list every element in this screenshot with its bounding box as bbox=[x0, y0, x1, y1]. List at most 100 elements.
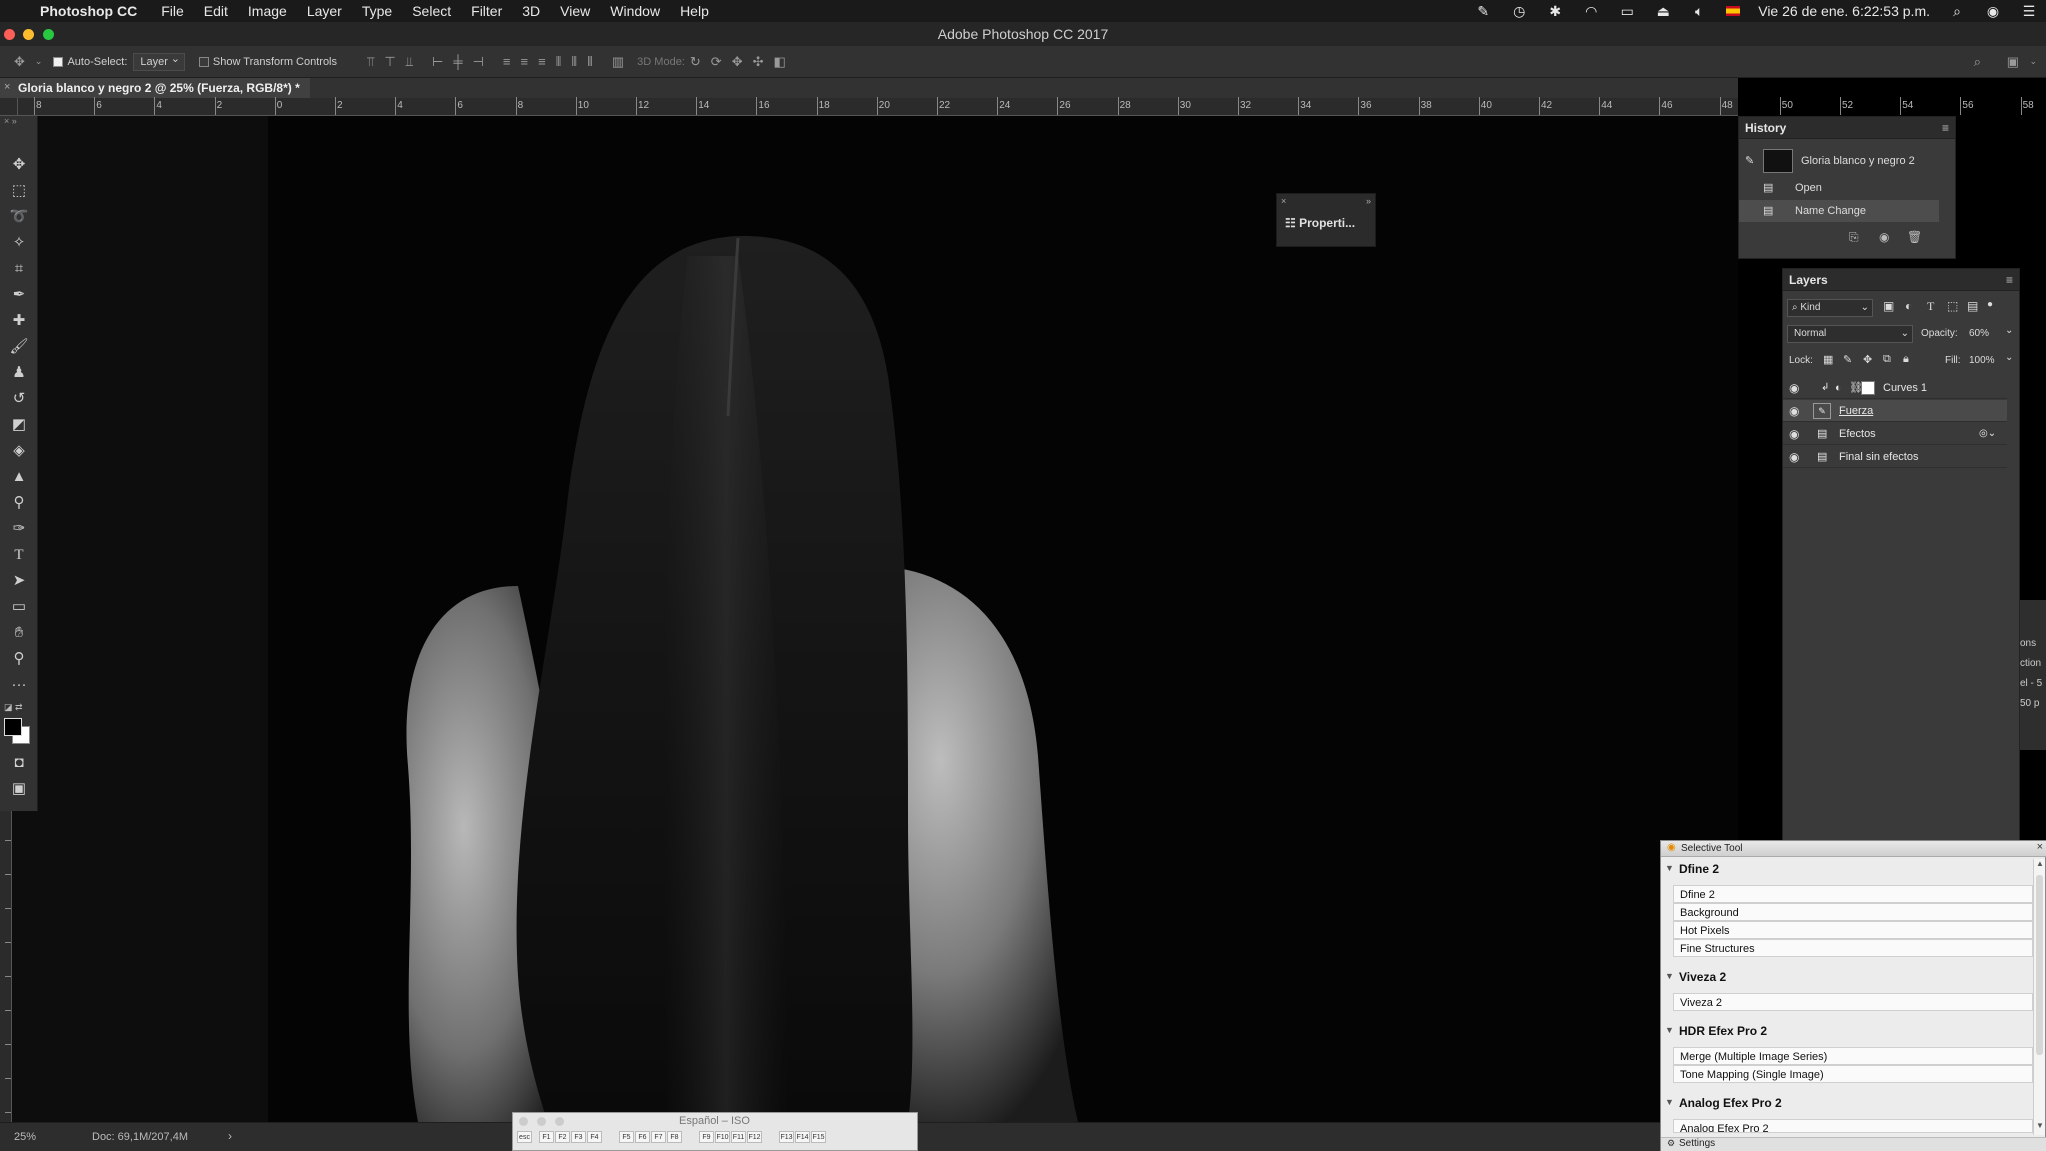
opacity-input[interactable]: 60% bbox=[1969, 328, 1989, 339]
wifi-icon[interactable]: ◠ bbox=[1582, 3, 1600, 20]
3d-slide-icon[interactable]: ✣ bbox=[753, 54, 764, 70]
distribute-bottom-icon[interactable]: ≡ bbox=[538, 54, 546, 69]
close-window-button[interactable] bbox=[519, 1117, 528, 1126]
notification-center-icon[interactable]: ☰ bbox=[2020, 3, 2038, 20]
magic-wand-tool-icon[interactable]: ✧ bbox=[6, 232, 32, 254]
expand-panels-icon[interactable]: » bbox=[1366, 196, 1371, 206]
expand-triangle-icon[interactable]: ▼ bbox=[1665, 1097, 1674, 1107]
filter-adjustment-icon[interactable]: ◐ bbox=[1905, 299, 1912, 313]
history-step[interactable]: ▤ Open bbox=[1739, 177, 1939, 199]
type-tool-icon[interactable]: T bbox=[6, 544, 32, 566]
visibility-eye-icon[interactable]: ◉ bbox=[1789, 400, 1799, 422]
paint-bucket-tool-icon[interactable]: ◈ bbox=[6, 440, 32, 462]
viveza-2-button[interactable]: Viveza 2 bbox=[1673, 993, 2033, 1011]
menu-file[interactable]: File bbox=[151, 3, 194, 19]
merge-button[interactable]: Merge (Multiple Image Series) bbox=[1673, 1047, 2033, 1065]
menu-layer[interactable]: Layer bbox=[297, 3, 352, 19]
keyboard-key[interactable]: F2 bbox=[555, 1131, 570, 1143]
layer-row-efectos[interactable]: ◉ ▤ Efectos ◎⌄ bbox=[1783, 423, 2007, 445]
crop-tool-icon[interactable]: ⌗ bbox=[6, 258, 32, 280]
pen-tool-icon[interactable]: ✑ bbox=[6, 518, 32, 540]
keyboard-key[interactable]: F7 bbox=[651, 1131, 666, 1143]
3d-pan-icon[interactable]: ✥ bbox=[732, 54, 743, 70]
filter-pixel-icon[interactable]: ▣ bbox=[1883, 299, 1894, 313]
3d-roll-icon[interactable]: ⟳ bbox=[711, 54, 722, 70]
marquee-tool-icon[interactable]: ⬚ bbox=[6, 180, 32, 202]
settings-button[interactable]: Settings bbox=[1679, 1138, 1715, 1149]
blend-mode-dropdown[interactable]: Normal ⌄ bbox=[1787, 325, 1913, 343]
keyboard-key[interactable]: F15 bbox=[811, 1131, 826, 1143]
distribute-center-icon[interactable]: ≡ bbox=[520, 54, 528, 69]
menu-type[interactable]: Type bbox=[352, 3, 402, 19]
layers-panel-title[interactable]: Layers bbox=[1783, 269, 2019, 291]
3d-orbit-icon[interactable]: ↻ bbox=[690, 54, 701, 70]
close-icon[interactable]: × bbox=[1281, 196, 1286, 206]
close-tab-icon[interactable]: × bbox=[4, 81, 10, 93]
properties-button[interactable]: ☷ Properti... bbox=[1285, 216, 1355, 230]
close-window-button[interactable] bbox=[4, 29, 15, 40]
layer-row-fuerza[interactable]: ◉ ✎ Fuerza bbox=[1783, 400, 2007, 422]
horizontal-ruler[interactable]: 8 6 4 2 0 2 4 6 8 10 12 14 16 18 20 22 24 26 28 30 32 34 36 38 4… bbox=[18, 97, 2034, 116]
ruler-corner[interactable] bbox=[0, 98, 18, 116]
show-transform-checkbox[interactable] bbox=[198, 56, 209, 67]
menubar-clock[interactable]: Vie 26 de ene. 6:22:53 p.m. bbox=[1758, 3, 1930, 19]
section-dfine-2[interactable]: Dfine 2 bbox=[1679, 862, 1719, 876]
fill-input[interactable]: 100% bbox=[1969, 355, 1995, 366]
visibility-eye-icon[interactable]: ◉ bbox=[1789, 446, 1799, 468]
auto-align-icon[interactable]: ▥ bbox=[612, 54, 624, 70]
keyboard-key[interactable]: F9 bbox=[699, 1131, 714, 1143]
filter-shape-icon[interactable]: ⬚ bbox=[1947, 299, 1958, 313]
lasso-tool-icon[interactable]: ➰ bbox=[6, 206, 32, 228]
keyboard-key[interactable]: F1 bbox=[539, 1131, 554, 1143]
dodge-tool-icon[interactable]: ⚲ bbox=[6, 492, 32, 514]
airplay-icon[interactable]: ▭ bbox=[1618, 3, 1636, 20]
menu-select[interactable]: Select bbox=[402, 3, 461, 19]
panel-menu-icon[interactable]: ≡ bbox=[1942, 121, 1949, 135]
lock-artboard-icon[interactable]: ⧉ bbox=[1883, 353, 1891, 366]
maximize-window-button[interactable] bbox=[555, 1117, 564, 1126]
lock-image-icon[interactable]: ✎ bbox=[1843, 353, 1852, 366]
history-brush-source-icon[interactable]: ✎ bbox=[1745, 147, 1754, 175]
screen-mode-icon[interactable]: ▣ bbox=[6, 778, 32, 800]
keyboard-key[interactable]: F12 bbox=[747, 1131, 762, 1143]
background-button[interactable]: Background bbox=[1673, 903, 2033, 921]
feather-icon[interactable]: ✎ bbox=[1474, 3, 1492, 20]
distribute-hcenter-icon[interactable]: ⦀ bbox=[571, 54, 577, 70]
chevron-down-icon[interactable]: ⌄ bbox=[2005, 352, 2013, 363]
menu-window[interactable]: Window bbox=[600, 3, 670, 19]
input-flag-icon[interactable] bbox=[1726, 6, 1741, 16]
close-icon[interactable]: × bbox=[2037, 841, 2043, 853]
minimize-window-button[interactable] bbox=[537, 1117, 546, 1126]
more-tools-icon[interactable]: ··· bbox=[6, 674, 32, 696]
align-bottom-icon[interactable]: ⫫ bbox=[406, 54, 413, 70]
chevron-down-icon[interactable]: ⌄ bbox=[35, 56, 43, 67]
distribute-left-icon[interactable]: ⦀ bbox=[556, 54, 562, 70]
brush-tool-icon[interactable]: 🖌︎ bbox=[6, 336, 32, 358]
volume-icon[interactable]: 🔈︎ bbox=[1690, 3, 1708, 20]
analog-efex-pro-2-button[interactable]: Analog Efex Pro 2 bbox=[1673, 1119, 2033, 1133]
section-viveza-2[interactable]: Viveza 2 bbox=[1679, 970, 1726, 984]
time-machine-icon[interactable]: ◷ bbox=[1510, 3, 1528, 20]
spotlight-icon[interactable]: ⌕ bbox=[1948, 3, 1966, 20]
photo-image[interactable] bbox=[268, 116, 1738, 1122]
minimize-window-button[interactable] bbox=[23, 29, 34, 40]
history-brush-tool-icon[interactable]: ↺ bbox=[6, 388, 32, 410]
quick-mask-icon[interactable]: ◘ bbox=[6, 752, 32, 774]
expand-triangle-icon[interactable]: ▼ bbox=[1665, 863, 1674, 873]
history-panel-title[interactable]: History bbox=[1739, 117, 1955, 139]
align-right-icon[interactable]: ⊣ bbox=[473, 54, 484, 70]
menu-filter[interactable]: Filter bbox=[461, 3, 512, 19]
status-menu-arrow-icon[interactable]: › bbox=[228, 1129, 232, 1143]
smart-filters-icon[interactable]: ◎⌄ bbox=[1979, 423, 1996, 445]
path-selection-tool-icon[interactable]: ➤ bbox=[6, 570, 32, 592]
layer-row-curves[interactable]: ◉ ↲ ◐ ⛓︎ Curves 1 bbox=[1783, 377, 2007, 399]
selective-tool-titlebar[interactable]: ◉ Selective Tool × bbox=[1661, 841, 2046, 857]
auto-select-target-dropdown[interactable]: Layer bbox=[133, 52, 185, 71]
siri-icon[interactable]: ◉ bbox=[1984, 3, 2002, 20]
menu-image[interactable]: Image bbox=[238, 3, 297, 19]
layer-filter-kind-dropdown[interactable]: ⌕ Kind ⌄ bbox=[1787, 299, 1873, 317]
visibility-eye-icon[interactable]: ◉ bbox=[1789, 377, 1799, 399]
3d-scale-icon[interactable]: ◧ bbox=[774, 54, 786, 70]
foreground-color-swatch[interactable] bbox=[4, 718, 22, 736]
expand-triangle-icon[interactable]: ▼ bbox=[1665, 1025, 1674, 1035]
